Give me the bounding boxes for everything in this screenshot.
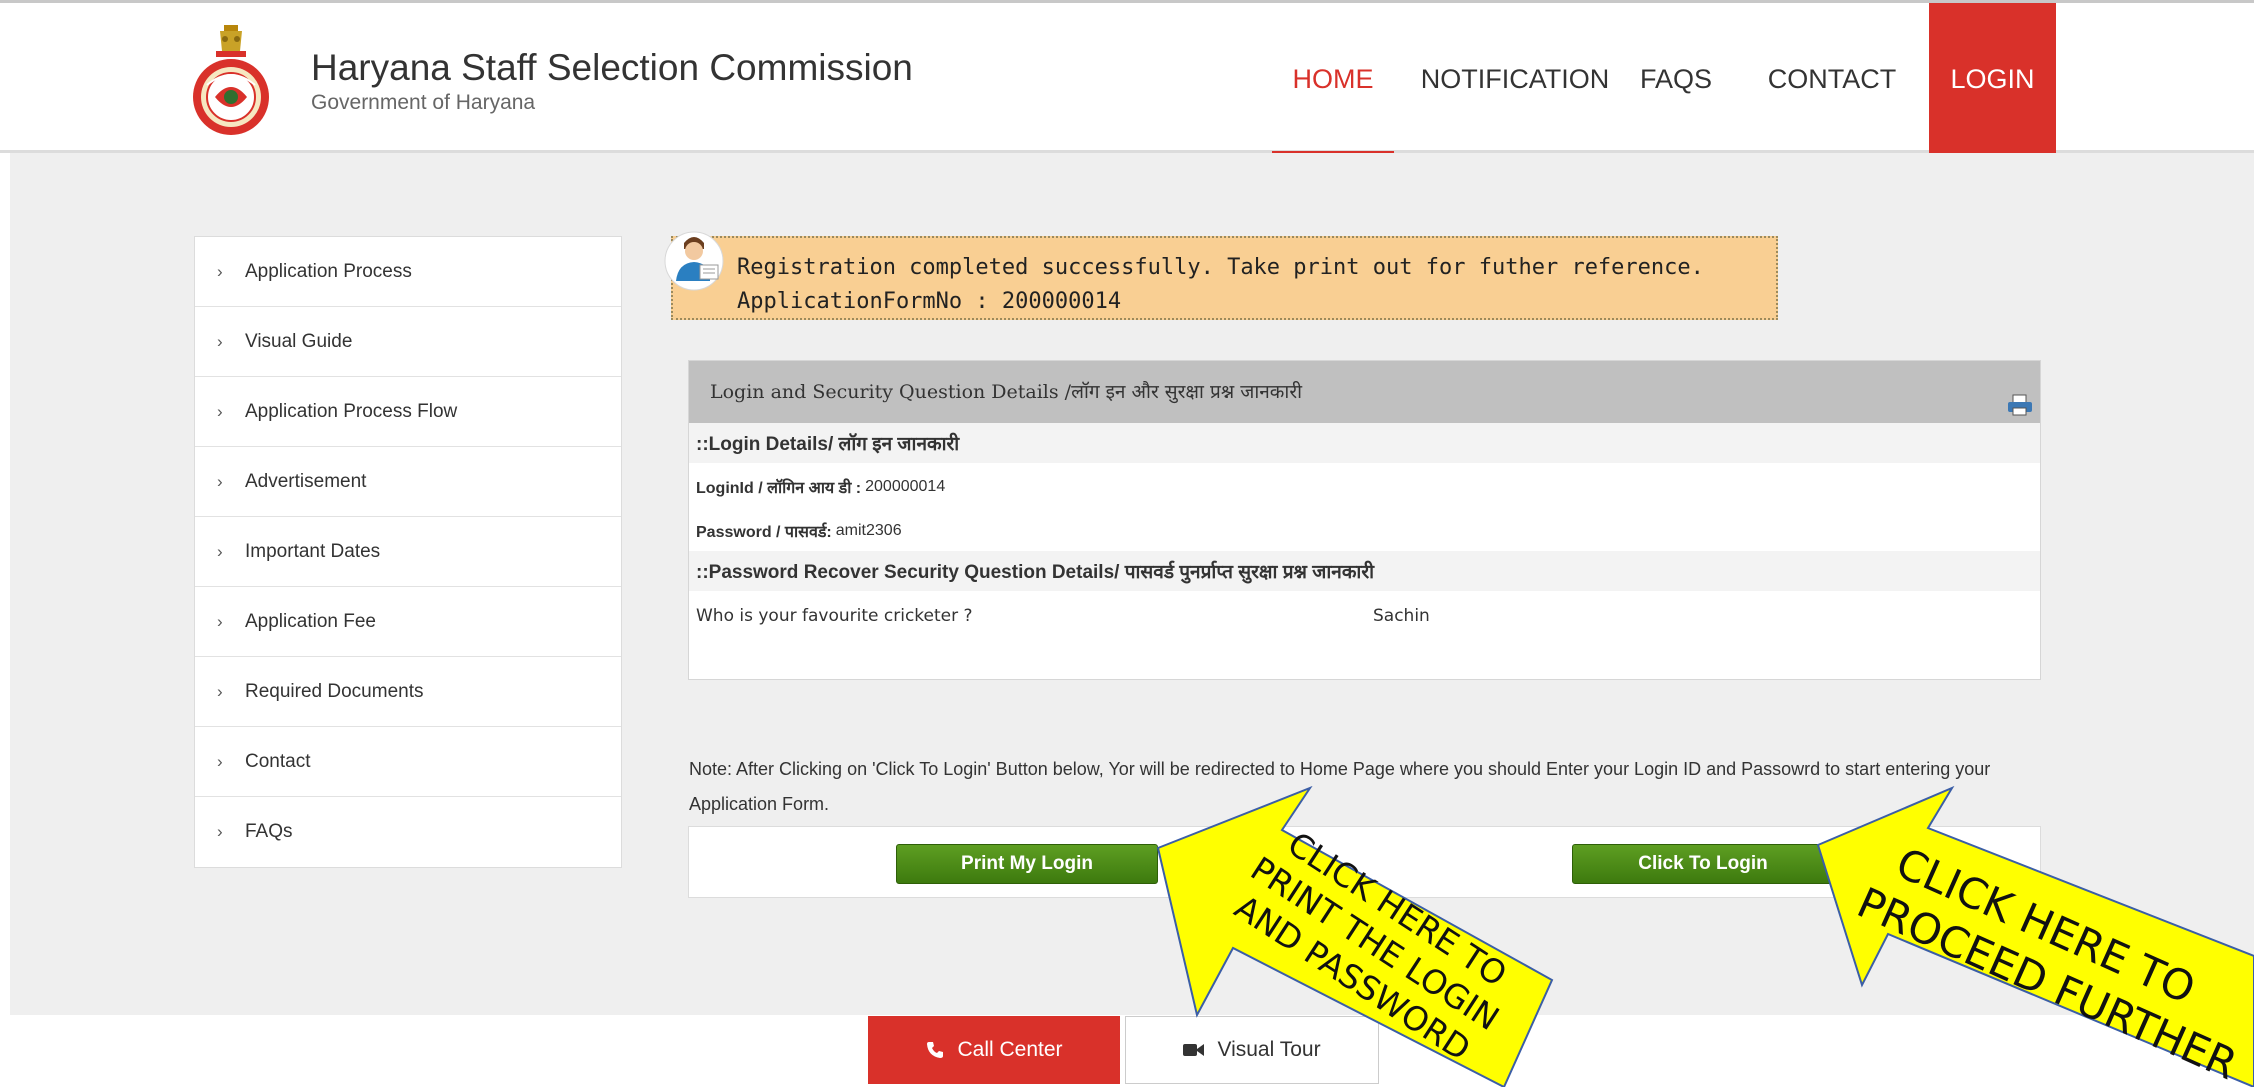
chevron-right-icon: ›	[217, 261, 223, 281]
sidebar-item-label: Contact	[245, 750, 311, 772]
password-row: Password / पासवर्ड: amit2306	[689, 511, 2040, 551]
haryana-emblem-logo[interactable]	[190, 25, 272, 139]
phone-icon	[927, 1042, 944, 1058]
login-details-section-heading: ::Login Details/ लॉग इन जानकारी	[689, 423, 2040, 463]
sidebar-item-faqs[interactable]: › FAQs	[195, 797, 621, 867]
chevron-right-icon: ›	[217, 822, 223, 841]
login-id-label: LoginId / लॉगिन आय डी :	[696, 480, 862, 497]
chevron-right-icon: ›	[217, 681, 223, 701]
success-banner: Registration completed successfully. Tak…	[671, 236, 1778, 320]
chevron-right-icon: ›	[217, 331, 223, 351]
call-center-button[interactable]: Call Center	[868, 1016, 1120, 1084]
login-details-panel: Login and Security Question Details /लॉग…	[688, 360, 2041, 680]
sidebar-item-label: Application Process Flow	[245, 400, 458, 422]
sidebar-item-label: Required Documents	[245, 680, 424, 702]
visual-tour-label: Visual Tour	[1217, 1038, 1321, 1061]
nav-notification[interactable]: NOTIFICATION	[1410, 3, 1620, 156]
sidebar-item-label: Advertisement	[245, 470, 367, 492]
application-form-number: ApplicationFormNo : 200000014	[737, 289, 1122, 314]
site-title: Haryana Staff Selection Commission	[311, 47, 913, 88]
panel-title: Login and Security Question Details /लॉग…	[710, 381, 1303, 403]
chevron-right-icon: ›	[217, 541, 223, 561]
sidebar-item-required-documents[interactable]: › Required Documents	[195, 657, 621, 727]
login-id-value: 200000014	[865, 478, 946, 495]
nav-faqs[interactable]: FAQS	[1636, 3, 1716, 156]
sidebar-item-label: FAQs	[245, 821, 293, 842]
printer-icon[interactable]	[2007, 393, 2033, 417]
security-answer: Sachin	[1373, 606, 1430, 626]
call-center-label: Call Center	[957, 1038, 1063, 1061]
security-question: Who is your favourite cricketer ?	[696, 606, 973, 626]
password-value: amit2306	[835, 522, 902, 539]
sidebar-item-contact[interactable]: › Contact	[195, 727, 621, 797]
security-question-section-heading: ::Password Recover Security Question Det…	[689, 551, 2040, 591]
panel-header: Login and Security Question Details /लॉग…	[689, 361, 2040, 423]
video-camera-icon	[1183, 1044, 1205, 1056]
sidebar-item-application-process[interactable]: › Application Process	[195, 237, 621, 307]
sidebar-item-label: Important Dates	[245, 540, 381, 562]
nav-home[interactable]: HOME	[1272, 3, 1394, 156]
success-message: Registration completed successfully. Tak…	[737, 251, 1704, 319]
visual-tour-button[interactable]: Visual Tour	[1125, 1016, 1379, 1084]
sidebar-item-label: Application Process	[245, 260, 412, 282]
sidebar-item-visual-guide[interactable]: › Visual Guide	[195, 307, 621, 377]
login-id-row: LoginId / लॉगिन आय डी : 200000014	[689, 463, 2040, 511]
print-my-login-button[interactable]: Print My Login	[896, 844, 1158, 884]
click-to-login-button[interactable]: Click To Login	[1572, 844, 1834, 884]
success-message-line: Registration completed successfully. Tak…	[737, 255, 1704, 280]
user-info-icon	[664, 231, 724, 291]
redirect-note: Note: After Clicking on 'Click To Login'…	[689, 759, 1991, 814]
sidebar-menu: › Application Process › Visual Guide › A…	[194, 236, 622, 868]
sidebar-item-important-dates[interactable]: › Important Dates	[195, 517, 621, 587]
security-question-row: Who is your favourite cricketer ? Sachin	[689, 591, 2040, 641]
sidebar-item-label: Application Fee	[245, 610, 376, 632]
chevron-right-icon: ›	[217, 471, 223, 491]
sidebar-item-application-fee[interactable]: › Application Fee	[195, 587, 621, 657]
chevron-right-icon: ›	[217, 401, 223, 421]
site-subtitle: Government of Haryana	[311, 91, 536, 114]
sidebar-item-application-process-flow[interactable]: › Application Process Flow	[195, 377, 621, 447]
chevron-right-icon: ›	[217, 751, 223, 771]
nav-login[interactable]: LOGIN	[1929, 3, 2056, 156]
sidebar-item-label: Visual Guide	[245, 330, 353, 352]
sidebar-item-advertisement[interactable]: › Advertisement	[195, 447, 621, 517]
password-label: Password / पासवर्ड:	[696, 524, 832, 541]
chevron-right-icon: ›	[217, 611, 223, 631]
nav-contact[interactable]: CONTACT	[1766, 3, 1898, 156]
site-header: Haryana Staff Selection Commission Gover…	[0, 0, 2254, 156]
